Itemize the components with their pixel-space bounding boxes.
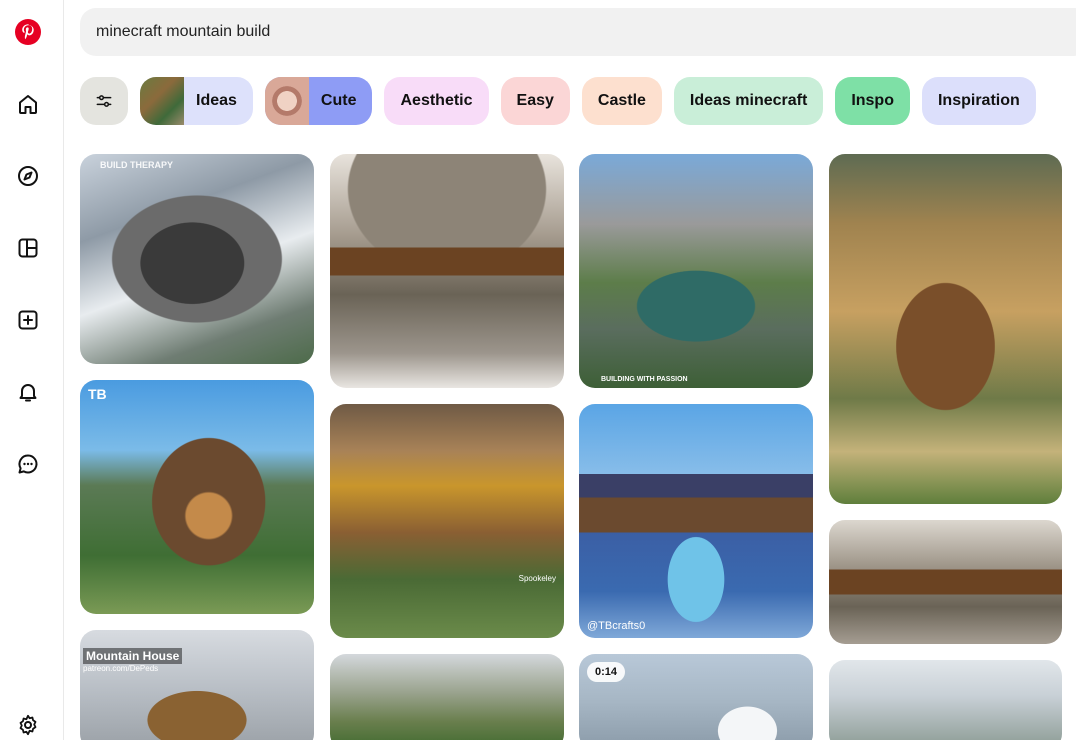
pin-card[interactable]: BUILDING WITH PASSION (579, 154, 813, 388)
sidebar (0, 0, 64, 740)
sliders-icon (96, 95, 112, 107)
compass-icon (18, 166, 38, 186)
chip-castle[interactable]: Castle (581, 77, 662, 125)
pin-card[interactable]: Mountain House patreon.com/DePeds (80, 630, 314, 740)
chip-label: Castle (597, 92, 646, 109)
pin-credit: Spookeley (518, 574, 556, 583)
plus-icon (18, 310, 38, 330)
settings-button[interactable] (8, 705, 48, 740)
pin-image (330, 154, 564, 388)
pinterest-logo-icon (15, 19, 41, 45)
home-button[interactable] (8, 84, 48, 124)
chip-ideas[interactable]: Ideas (140, 77, 253, 125)
chip-label: Inspiration (937, 92, 1020, 109)
pin-image (829, 154, 1062, 504)
filters-button[interactable] (80, 77, 128, 125)
pin-card[interactable]: 0:14 (579, 654, 813, 740)
home-icon (19, 95, 37, 114)
pin-image (330, 654, 564, 740)
chip-easy[interactable]: Easy (500, 77, 570, 125)
pin-card[interactable]: BUILD THERAPY (80, 154, 314, 364)
pin-card[interactable]: TB (80, 380, 314, 614)
pin-card[interactable] (330, 154, 564, 388)
pin-card[interactable] (829, 154, 1062, 504)
bell-icon (19, 384, 37, 402)
explore-button[interactable] (8, 156, 48, 196)
chip-label: Aesthetic (400, 92, 473, 109)
create-button[interactable] (8, 300, 48, 340)
pin-card[interactable] (330, 654, 564, 740)
gear-icon (19, 714, 37, 736)
notifications-button[interactable] (8, 372, 48, 412)
chip-label: Cute (320, 92, 357, 109)
pin-title: Mountain House (83, 648, 183, 664)
pin-credit: @TBcrafts0 (587, 620, 646, 632)
messages-button[interactable] (8, 444, 48, 484)
chip-inspiration[interactable]: Inspiration (921, 77, 1036, 125)
pin-subtitle: patreon.com/DePeds (83, 664, 159, 673)
pin-image (80, 630, 314, 740)
chip-cute[interactable]: Cute (264, 77, 373, 125)
pin-image (80, 380, 314, 614)
chip-label: Ideas (196, 92, 237, 109)
pin-image (829, 520, 1062, 644)
search-bar[interactable] (80, 8, 1076, 56)
search-input[interactable] (96, 23, 996, 41)
chip-label: Easy (516, 92, 554, 109)
pin-card[interactable]: @TBcrafts0 (579, 404, 813, 638)
chip-ideas-thumbnail (140, 77, 184, 125)
filter-chips: Ideas Cute Aesthetic Easy Castle Ideas m… (80, 77, 1036, 125)
pin-watermark: TB (88, 386, 107, 402)
pin-image (80, 154, 314, 364)
chip-cute-thumbnail (264, 77, 309, 125)
pin-image (829, 660, 1062, 740)
pin-card[interactable] (829, 520, 1062, 644)
chip-label: Inspo (851, 92, 894, 109)
boards-icon (18, 238, 38, 258)
pin-watermark: BUILD THERAPY (100, 160, 174, 170)
pin-image (579, 404, 813, 638)
pin-image (330, 404, 564, 638)
chip-inspo[interactable]: Inspo (835, 77, 910, 125)
pin-title: BUILDING WITH PASSION (601, 376, 688, 383)
video-duration-badge: 0:14 (587, 662, 626, 682)
pin-card[interactable]: Spookeley (330, 404, 564, 638)
chat-icon (18, 454, 38, 474)
boards-button[interactable] (8, 228, 48, 268)
pinterest-logo[interactable] (14, 18, 42, 46)
chip-aesthetic[interactable]: Aesthetic (384, 77, 489, 125)
pin-card[interactable] (829, 660, 1062, 740)
chip-ideas-minecraft[interactable]: Ideas minecraft (673, 77, 824, 125)
chip-label: Ideas minecraft (689, 92, 808, 109)
pin-image (579, 154, 813, 388)
